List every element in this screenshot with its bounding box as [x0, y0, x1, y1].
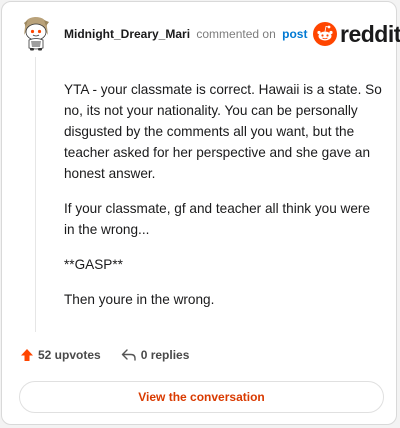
- comment-paragraph: If your classmate, gf and teacher all th…: [64, 201, 371, 237]
- upvote-button[interactable]: 52 upvotes: [20, 348, 101, 362]
- snoo-avatar-icon: [24, 17, 49, 51]
- comment-header: Midnight_Dreary_Mari commented on post: [64, 27, 307, 41]
- reply-count: 0 replies: [140, 348, 190, 362]
- upvote-arrow-icon: [21, 349, 33, 361]
- comment-card: Midnight_Dreary_Mari commented on post r…: [1, 1, 400, 425]
- post-link[interactable]: post: [282, 27, 307, 41]
- reddit-logo[interactable]: reddit: [313, 22, 400, 46]
- comment-actions: 52 upvotes 0 replies: [20, 348, 189, 362]
- commented-on-label: commented on: [196, 27, 276, 41]
- comment-body: YTA - your classmate is correct. Hawaii …: [64, 79, 382, 324]
- view-conversation-button[interactable]: View the conversation: [19, 381, 384, 413]
- reply-button[interactable]: 0 replies: [121, 348, 190, 362]
- comment-paragraph: **GASP**: [64, 257, 123, 272]
- comment-paragraph: YTA - your classmate is correct. Hawaii …: [64, 82, 382, 181]
- thread-line: [35, 57, 36, 332]
- username-link[interactable]: Midnight_Dreary_Mari: [64, 27, 190, 41]
- user-avatar[interactable]: [19, 15, 53, 51]
- reply-arrow-icon: [121, 349, 136, 361]
- comment-paragraph: Then youre in the wrong.: [64, 292, 215, 307]
- upvote-count: 52 upvotes: [38, 348, 101, 362]
- reddit-wordmark: reddit: [340, 21, 400, 47]
- reddit-snoo-icon: [313, 22, 337, 46]
